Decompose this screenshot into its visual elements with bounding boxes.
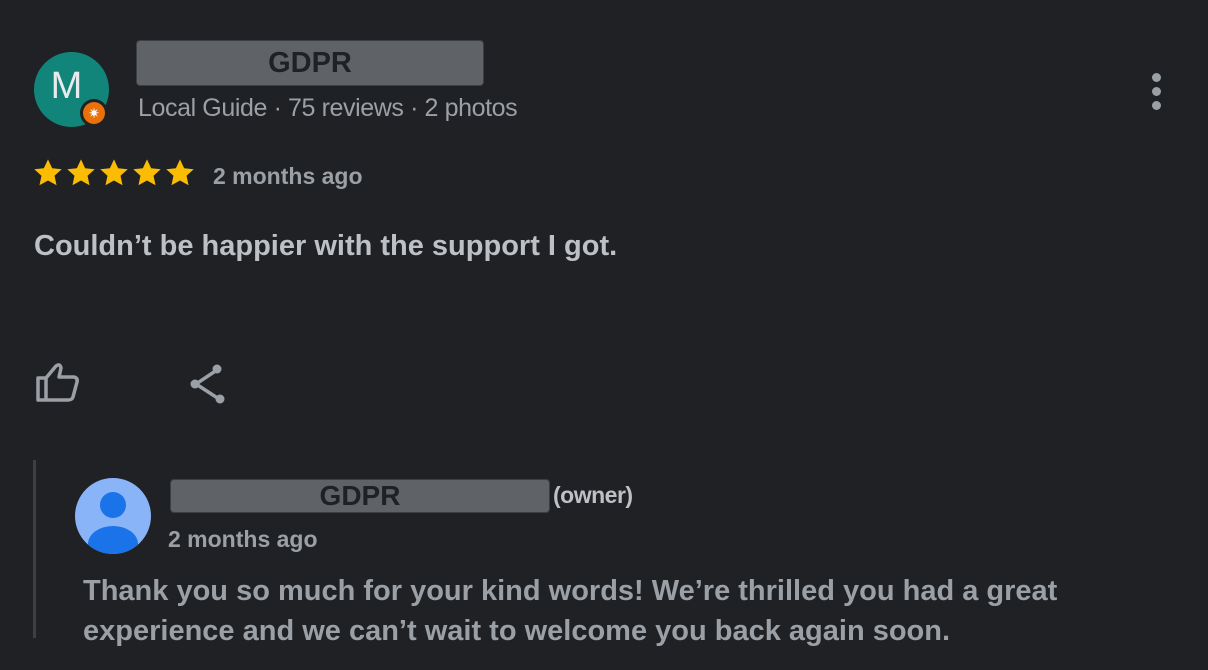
more-options-icon[interactable]: [1143, 66, 1169, 116]
star-icon: [133, 159, 161, 186]
owner-tag: (owner): [553, 482, 633, 508]
reviewer-name[interactable]: GDPR: [136, 40, 484, 86]
review-time: 2 months ago: [213, 163, 363, 189]
reply-text: Thank you so much for your kind words! W…: [83, 575, 1058, 647]
owner-name[interactable]: GDPR: [170, 479, 550, 513]
share-icon: [190, 364, 225, 404]
star-icon: [34, 159, 62, 186]
default-avatar-icon: [88, 492, 138, 554]
reply-time: 2 months ago: [168, 526, 318, 552]
reviewer-meta[interactable]: Local Guide · 75 reviews · 2 photos: [138, 94, 518, 123]
share-button[interactable]: [186, 362, 230, 406]
avatar-letter: M: [50, 65, 83, 107]
review-text: Couldn’t be happier with the support I g…: [34, 230, 618, 262]
thumbs-up-icon: [36, 363, 79, 402]
star-rating: [32, 157, 196, 189]
star-icon: [100, 159, 128, 186]
star-icon: [166, 159, 194, 186]
reply-divider: [33, 460, 36, 638]
local-guide-badge-icon: ✷: [80, 99, 108, 127]
star-icon: [67, 159, 95, 186]
owner-avatar[interactable]: [75, 478, 151, 554]
like-button[interactable]: [34, 360, 82, 404]
